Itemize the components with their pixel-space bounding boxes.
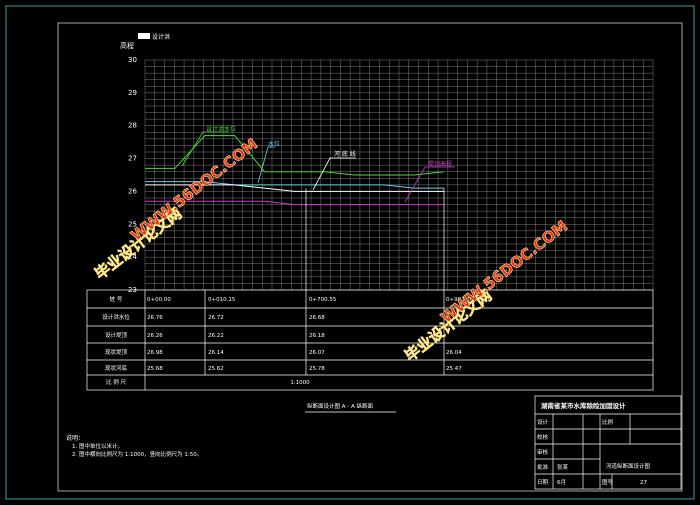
table-row-header: 设计洪水位 bbox=[102, 313, 130, 321]
title-block-text: 设计校核审核批准日期 张某 6月 比例图号 27 bbox=[537, 418, 647, 486]
title-block-mid-label: 图号 bbox=[602, 478, 614, 486]
annotation-leader-4 bbox=[404, 166, 455, 203]
table-cell: 26.04 bbox=[446, 350, 462, 356]
table-cell: 26.76 bbox=[147, 315, 163, 321]
table-cell: 26.68 bbox=[309, 315, 325, 321]
y-axis-title: 高程 bbox=[120, 41, 134, 50]
title-block-value: 张某 bbox=[557, 463, 569, 471]
title-block-drawing-title: 河道纵断面设计图 bbox=[606, 462, 651, 470]
title-block-mid-value: 27 bbox=[640, 480, 647, 486]
title-block-project: 湖南省某市水库除险加固设计 bbox=[541, 401, 626, 410]
table-cell: 26.07 bbox=[309, 350, 325, 356]
table-scale: 1:1000 bbox=[290, 380, 310, 386]
note-item-2: 2. 图中横向比例尺为 1:1000，竖向比例尺为 1:50。 bbox=[72, 450, 202, 458]
title-block-label: 批准 bbox=[537, 463, 549, 471]
table-cell: 26.18 bbox=[309, 333, 325, 339]
table-row-header: 设计堤顶 bbox=[105, 331, 128, 339]
table-cell: 26.22 bbox=[208, 333, 224, 339]
table-row-header: 比 例 尺 bbox=[106, 378, 126, 386]
table-cell: 25.62 bbox=[208, 366, 224, 372]
note-item-1: 1. 图中单位以米计。 bbox=[72, 442, 123, 450]
table-cell: 25.47 bbox=[446, 366, 462, 372]
table-cell: 26.98 bbox=[147, 350, 163, 356]
table-row-header: 桩 号 bbox=[110, 295, 123, 303]
annotation-river-bottom: 河 底 线 bbox=[334, 150, 356, 158]
table-cell: 26.26 bbox=[147, 333, 163, 339]
notes-title: 说明： bbox=[66, 434, 84, 442]
annotation-crest: 堤顶高程 bbox=[428, 160, 452, 168]
title-block-label: 设计 bbox=[537, 418, 549, 426]
y-tick-label: 30 bbox=[128, 56, 137, 64]
table-cell: 25.68 bbox=[147, 366, 163, 372]
table-cell: 0+00.00 bbox=[147, 297, 171, 303]
y-tick-label: 26 bbox=[128, 187, 137, 195]
title-block-mid-label: 比例 bbox=[602, 418, 614, 426]
legend-label: 设计洪 bbox=[152, 33, 170, 41]
table-row-header: 现状堤顶 bbox=[105, 348, 128, 356]
profile-table bbox=[86, 289, 654, 391]
title-block-label: 日期 bbox=[537, 479, 549, 486]
table-cell: 0+700.55 bbox=[309, 297, 337, 303]
y-tick-label: 28 bbox=[128, 122, 137, 130]
table-cell: 0+010.15 bbox=[208, 297, 236, 303]
annotation-design-flood: 设计洪水位 bbox=[206, 125, 236, 133]
watermark-left: 毕业设计论文网 WWW.56DOC.COM bbox=[91, 135, 261, 284]
y-tick-label: 27 bbox=[128, 155, 137, 163]
title-block-label: 校核 bbox=[537, 433, 549, 441]
table-cell: 26.14 bbox=[208, 350, 224, 356]
annotation-water-level: 水位 bbox=[268, 140, 280, 148]
sub-caption: 纵断面设计图 A - A 纵断面 bbox=[307, 402, 374, 410]
y-tick-label: 29 bbox=[128, 89, 137, 97]
title-block-value: 6月 bbox=[557, 479, 566, 486]
table-cell: 26.72 bbox=[208, 315, 224, 321]
title-block-label: 审核 bbox=[537, 448, 549, 456]
legend-swatch bbox=[138, 33, 150, 39]
table-row-header: 现状河底 bbox=[105, 364, 128, 372]
watermark-left-line2: WWW.56DOC.COM bbox=[127, 135, 261, 245]
table-cell: 25.78 bbox=[309, 366, 325, 372]
